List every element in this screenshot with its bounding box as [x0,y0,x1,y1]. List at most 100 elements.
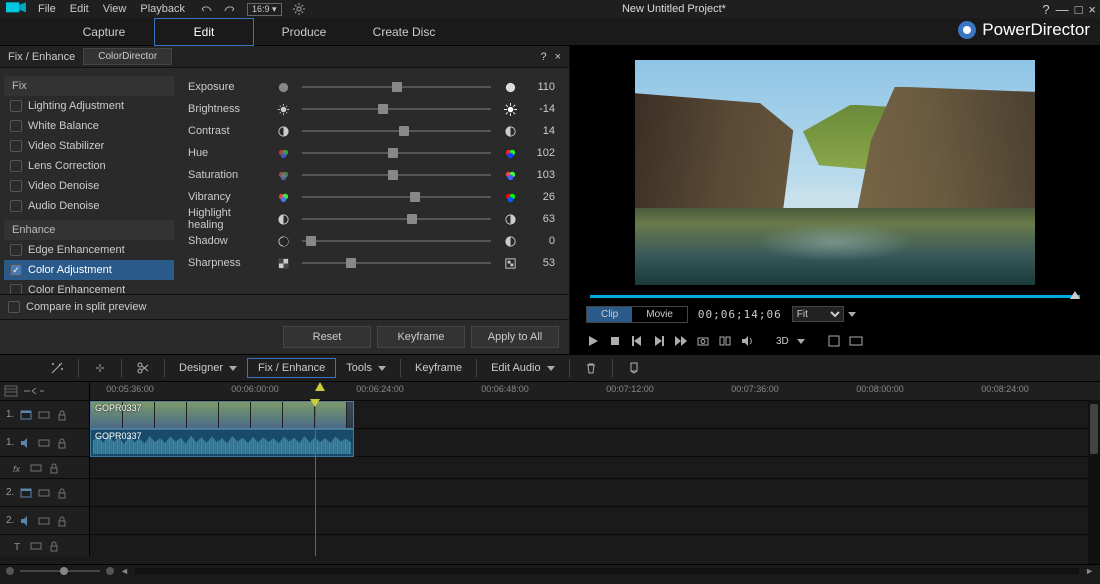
adjust-slider[interactable] [302,108,491,110]
menu-view[interactable]: View [103,3,127,15]
trim-icon[interactable] [718,334,732,348]
help-icon[interactable]: ? [1042,2,1049,17]
time-ruler[interactable]: 00:05:36:0000:06:00:0000:06:24:0000:06:4… [90,382,1100,400]
adjust-slider[interactable] [302,262,491,264]
keyframe-button[interactable]: Keyframe [377,326,465,348]
fix-enhance-dropdown[interactable]: Fix / Enhance [247,358,336,378]
volume-icon[interactable] [740,334,754,348]
track-visible-icon[interactable] [38,515,50,527]
aspect-ratio-selector[interactable]: 16:9 ▾ [247,3,282,16]
lock-icon[interactable] [48,462,60,474]
apply-all-button[interactable]: Apply to All [471,326,559,348]
ruler-playhead[interactable] [315,382,325,391]
snapshot-icon[interactable] [696,334,710,348]
fast-forward-icon[interactable] [674,334,688,348]
3d-button[interactable]: 3D [776,336,789,347]
scroll-left-icon[interactable]: ◄ [120,566,129,576]
magic-tool-icon[interactable] [50,361,64,375]
tab-edit[interactable]: Edit [154,18,254,46]
fix-video-denoise[interactable]: Video Denoise [4,176,174,196]
scroll-right-icon[interactable]: ► [1085,566,1094,576]
fix-audio-denoise[interactable]: Audio Denoise [4,196,174,216]
minimize-icon[interactable]: — [1056,2,1069,17]
dock-icon[interactable] [827,334,841,348]
compare-checkbox[interactable] [8,301,20,313]
adjust-slider[interactable] [302,152,491,154]
next-frame-icon[interactable] [652,334,666,348]
undo-icon[interactable] [199,2,213,16]
track-visible-icon[interactable] [38,409,50,421]
scissors-icon[interactable] [136,361,150,375]
play-icon[interactable] [586,334,600,348]
adjust-slider[interactable] [302,130,491,132]
enh-edge[interactable]: Edge Enhancement [4,240,174,260]
menu-edit[interactable]: Edit [70,3,89,15]
zoom-in-icon[interactable] [106,567,114,575]
zoom-slider[interactable] [20,570,100,572]
reset-button[interactable]: Reset [283,326,371,348]
ruler-tick: 00:06:24:00 [356,384,404,394]
lock-icon[interactable] [48,540,60,552]
preview-mode-toggle[interactable]: Clip Movie [586,306,688,323]
playhead[interactable] [315,400,316,556]
settings-icon[interactable] [292,2,306,16]
track-visible-icon[interactable] [38,487,50,499]
zoom-fit-select[interactable]: Fit [792,306,844,322]
colordirector-button[interactable]: ColorDirector [83,48,172,65]
timeline-horizontal-scrollbar[interactable] [135,568,1079,574]
menu-playback[interactable]: Playback [140,3,185,15]
timeline-vertical-scrollbar[interactable] [1088,400,1100,564]
lock-icon[interactable] [56,515,68,527]
preview-scrubber[interactable] [590,294,1080,300]
close-icon[interactable]: × [1088,2,1096,17]
track-body[interactable]: GOPR0337 [90,401,1100,428]
chevron-down-icon[interactable] [848,312,856,317]
tab-create-disc[interactable]: Create Disc [354,19,454,45]
adjust-slider[interactable] [302,196,491,198]
tab-capture[interactable]: Capture [54,19,154,45]
fix-lens[interactable]: Lens Correction [4,156,174,176]
timeline-view-icon[interactable] [4,385,18,397]
track-visible-icon[interactable] [30,540,42,552]
adjust-slider[interactable] [302,240,491,242]
adjust-value: 14 [525,125,555,137]
adjust-slider[interactable] [302,218,491,220]
maximize-icon[interactable]: □ [1075,2,1083,17]
enh-color-adjustment[interactable]: Color Adjustment [4,260,174,280]
fix-stabilizer[interactable]: Video Stabilizer [4,136,174,156]
prev-frame-icon[interactable] [630,334,644,348]
panel-help-icon[interactable]: ? [540,51,546,63]
track-body[interactable] [90,457,1100,478]
lock-icon[interactable] [56,437,68,449]
zoom-out-icon[interactable] [6,567,14,575]
redo-icon[interactable] [223,2,237,16]
lock-icon[interactable] [56,487,68,499]
marker-icon[interactable] [627,361,641,375]
preview-video[interactable] [635,60,1035,285]
designer-dropdown[interactable]: Designer [179,362,237,374]
adjust-slider[interactable] [302,86,491,88]
track-visible-icon[interactable] [38,437,50,449]
checkbox[interactable] [10,100,22,112]
edit-audio-dropdown[interactable]: Edit Audio [491,362,555,374]
track-body[interactable] [90,507,1100,534]
fullscreen-icon[interactable] [849,334,863,348]
menu-file[interactable]: File [38,3,56,15]
stop-icon[interactable] [608,334,622,348]
snap-icon[interactable] [93,361,107,375]
track-body[interactable] [90,479,1100,506]
track-body[interactable] [90,535,1100,556]
lock-icon[interactable] [56,409,68,421]
timeline-mode-icon[interactable] [22,385,46,397]
adjust-slider[interactable] [302,174,491,176]
track-visible-icon[interactable] [30,462,42,474]
fix-white-balance[interactable]: White Balance [4,116,174,136]
keyframe-dropdown[interactable]: Keyframe [415,362,462,374]
enh-color-enhancement[interactable]: Color Enhancement [4,280,174,294]
track-body[interactable]: GOPR0337 [90,429,1100,456]
tab-produce[interactable]: Produce [254,19,354,45]
panel-close-icon[interactable]: × [555,51,561,63]
trash-icon[interactable] [584,361,598,375]
tools-dropdown[interactable]: Tools [346,362,386,374]
fix-lighting[interactable]: Lighting Adjustment [4,96,174,116]
